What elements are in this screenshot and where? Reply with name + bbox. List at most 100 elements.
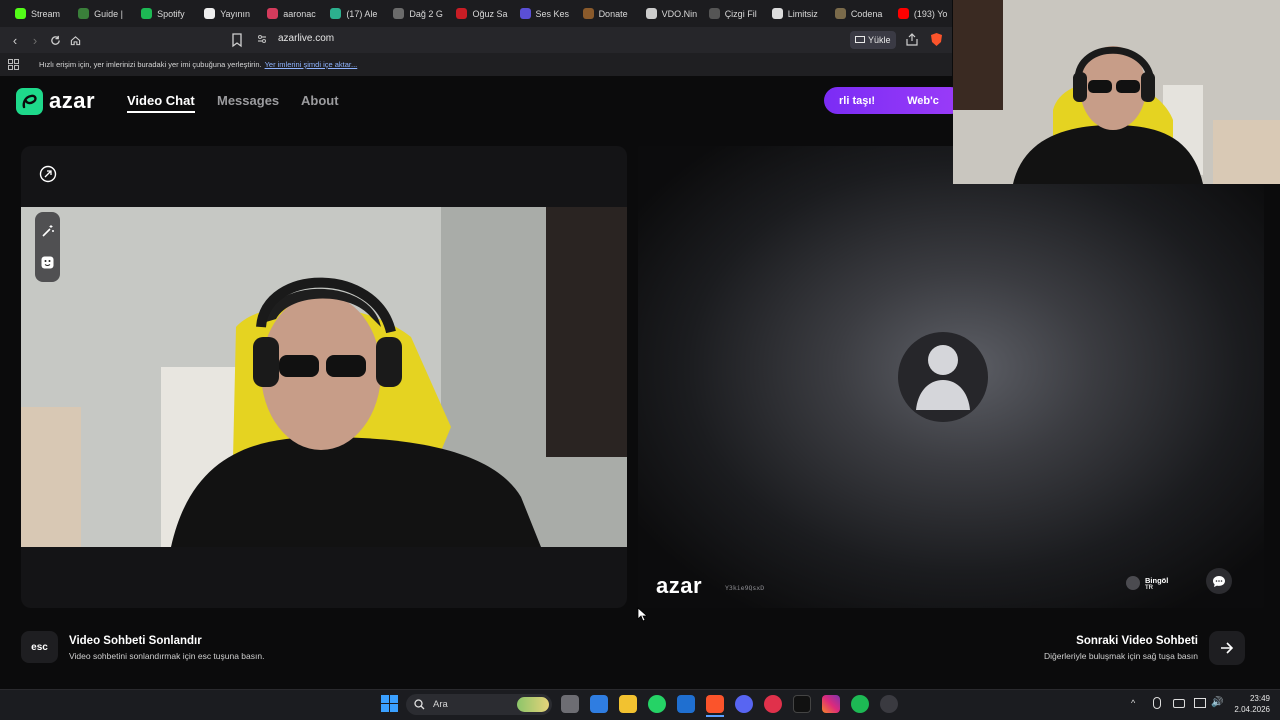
bookmark-item[interactable]: (193) Yo	[889, 0, 952, 27]
streamer-webcam-overlay	[953, 0, 1280, 184]
local-camera-feed	[21, 207, 627, 547]
home-icon[interactable]	[65, 30, 85, 50]
bookmark-item[interactable]: VDO.Nin	[637, 0, 700, 27]
site-info-icon[interactable]	[256, 33, 268, 45]
next-chat-title: Sonraki Video Sohbeti	[1076, 635, 1198, 647]
discord-icon[interactable]	[735, 695, 753, 713]
system-clock[interactable]: 23:49 2.04.2026	[1228, 693, 1270, 715]
apps-grid-icon[interactable]	[0, 59, 26, 70]
nav-video-chat[interactable]: Video Chat	[127, 93, 195, 113]
magic-wand-icon[interactable]	[35, 218, 60, 243]
bookmark-item[interactable]: Limitsiz	[763, 0, 826, 27]
tiktok-icon[interactable]	[793, 695, 811, 713]
bookmark-favicon-icon	[708, 8, 720, 19]
file-explorer-icon[interactable]	[619, 695, 637, 713]
end-chat-subtitle: Video sohbetini sonlandırmak için esc tu…	[69, 651, 265, 661]
bookmark-label: Dağ 2 G	[409, 8, 443, 19]
tray-overflow-icon[interactable]: ^	[1131, 698, 1135, 708]
mouse-cursor-icon	[637, 607, 647, 622]
bookmarks-info-bar: Hızlı erişim için, yer imlerinizi burada…	[0, 53, 952, 76]
bookmark-item[interactable]: (17) Ale	[321, 0, 384, 27]
next-chat-arrow-button[interactable]	[1209, 631, 1245, 665]
promo-text-2: Web'c	[907, 94, 939, 107]
bookmark-favicon-icon	[897, 8, 909, 19]
bookmark-label: Guide |	[94, 8, 123, 19]
bookmark-label: Oğuz Sa	[472, 8, 508, 19]
taskbar-search[interactable]: Ara	[406, 694, 552, 715]
azar-logo[interactable]: azar	[16, 87, 102, 115]
back-icon[interactable]: ‹	[5, 30, 25, 50]
whatsapp-icon[interactable]	[648, 695, 666, 713]
bookmark-favicon-icon	[393, 8, 405, 19]
obs-icon[interactable]	[764, 695, 782, 713]
partner-location-chip[interactable]: Bingöl TR	[1126, 570, 1196, 596]
brave-shield-icon[interactable]	[930, 32, 943, 47]
microphone-icon[interactable]	[1153, 697, 1161, 709]
windows-start-icon[interactable]	[381, 695, 398, 712]
partner-avatar-icon	[1126, 576, 1140, 590]
bookmark-favicon-icon	[141, 8, 153, 19]
bookmark-label: Donate	[598, 8, 628, 19]
spotify-icon[interactable]	[851, 695, 869, 713]
arrow-right-icon	[1221, 642, 1234, 654]
expand-icon[interactable]	[35, 161, 60, 186]
chat-bubble-icon[interactable]	[1206, 568, 1232, 594]
azar-logo-text: azar	[49, 88, 96, 113]
bookmark-item[interactable]: Yayının	[195, 0, 258, 27]
bookmark-favicon-icon	[519, 8, 531, 19]
import-bookmarks-link[interactable]: Yer imlerini şimdi içe aktar...	[265, 60, 358, 69]
bookmark-label: Limitsiz	[787, 8, 818, 19]
volume-icon[interactable]: 🔊	[1211, 697, 1223, 708]
bookmark-item[interactable]: Guide |	[69, 0, 132, 27]
end-chat-title: Video Sohbeti Sonlandır	[69, 635, 202, 647]
bookmark-favicon-icon	[204, 8, 216, 19]
keyboard-icon[interactable]	[1173, 699, 1185, 708]
upload-label: Yükle	[868, 35, 891, 45]
clock-time: 23:49	[1249, 694, 1270, 703]
brave-browser-icon[interactable]	[706, 695, 724, 713]
bookmark-item[interactable]: Spotify	[132, 0, 195, 27]
partner-city: Bingöl	[1145, 575, 1169, 585]
effects-toolbar	[35, 212, 60, 282]
search-highlight-icon	[517, 697, 549, 712]
instagram-icon[interactable]	[822, 695, 840, 713]
mail-icon[interactable]	[677, 695, 695, 713]
bookmark-favicon-icon	[15, 8, 26, 19]
bookmark-favicon-icon	[834, 8, 846, 19]
reload-icon[interactable]	[45, 30, 65, 50]
bookmark-label: Codena	[850, 8, 883, 19]
task-view-icon[interactable]	[561, 695, 579, 713]
bookmark-favicon-icon	[78, 8, 90, 19]
share-icon[interactable]	[905, 33, 919, 47]
face-filter-icon[interactable]	[35, 250, 60, 275]
nav-about[interactable]: About	[301, 93, 339, 108]
bookmark-label: VDO.Nin	[661, 8, 698, 19]
upload-button[interactable]: Yükle	[850, 31, 896, 49]
bookmark-label: Çizgi Fil	[724, 8, 757, 19]
bookmark-item[interactable]: Çizgi Fil	[700, 0, 763, 27]
display-icon[interactable]	[1194, 698, 1206, 708]
bookmark-item[interactable]: Oğuz Sa	[447, 0, 510, 27]
nav-messages[interactable]: Messages	[217, 93, 279, 108]
bookmark-item[interactable]: Stream	[6, 0, 69, 27]
bookmark-favicon-icon	[645, 8, 657, 19]
end-chat-esc-button[interactable]: esc	[21, 631, 58, 663]
app-icon[interactable]	[880, 695, 898, 713]
windows-taskbar	[0, 689, 1280, 720]
bookmark-icon[interactable]	[230, 32, 244, 48]
forward-icon[interactable]: ›	[25, 30, 45, 50]
bookmark-item[interactable]: aaronac	[258, 0, 321, 27]
active-app-indicator	[706, 715, 724, 717]
bookmark-label: Yayının	[220, 8, 251, 19]
url-field[interactable]: azarlive.com	[278, 33, 334, 44]
bookmark-item[interactable]: Donate	[574, 0, 637, 27]
remote-avatar-icon	[898, 332, 988, 422]
remote-azar-watermark: azar	[656, 573, 703, 598]
clock-date: 2.04.2026	[1234, 705, 1270, 714]
bookmark-item[interactable]: Codena	[826, 0, 889, 27]
partner-country: TR	[1145, 584, 1153, 591]
store-icon[interactable]	[590, 695, 608, 713]
bookmark-item[interactable]: Dağ 2 G	[384, 0, 447, 27]
promo-banner[interactable]: rli taşı! Web'c	[824, 87, 964, 114]
bookmark-item[interactable]: Ses Kes	[511, 0, 574, 27]
